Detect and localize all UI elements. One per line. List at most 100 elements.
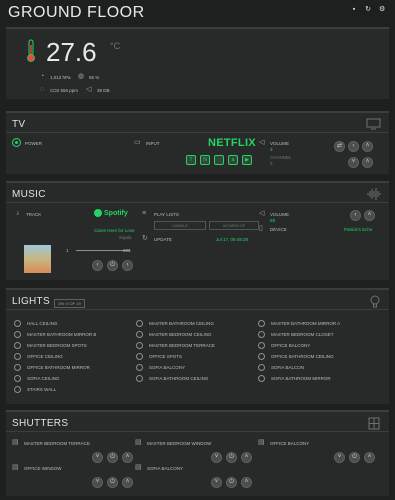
progress-track[interactable] <box>76 250 130 251</box>
light-toggle[interactable] <box>136 330 143 338</box>
shutter-down-button[interactable]: ˅ <box>211 477 222 488</box>
pressure-value: 1,012 hPa <box>50 75 71 80</box>
light-stairs-wall[interactable]: STAIRS WALL <box>14 385 56 393</box>
light-office-balcony[interactable]: OFFICE BALCONY <box>258 341 310 349</box>
light-toggle[interactable] <box>258 330 265 338</box>
light-sofia-balcony[interactable]: SOFIA BALCONY <box>136 363 185 371</box>
light-office-ceiling[interactable]: OFFICE CEILING <box>14 352 63 360</box>
temperature-value: 27.6 <box>46 37 97 67</box>
progress-end: 203 <box>123 248 131 253</box>
light-toggle[interactable] <box>258 341 265 349</box>
volume-icon: ◁ <box>259 139 265 146</box>
youtube-app-button[interactable]: ▶ <box>242 155 252 165</box>
next-track-button[interactable]: › <box>122 260 133 271</box>
settings-icon[interactable]: ⚙ <box>379 6 385 13</box>
spotify-brand: Spotify <box>104 209 128 217</box>
light-master-bedroom-ceiling[interactable]: MASTER BEDROOM CEILING <box>136 330 212 338</box>
light-toggle[interactable] <box>136 352 143 360</box>
shutter-up-button[interactable]: ˄ <box>364 452 375 463</box>
play-pause-button[interactable]: ⏻ <box>107 260 118 271</box>
playlist-button-candle[interactable]: CANDLE <box>154 221 206 230</box>
light-sofia-bathroom-mirror[interactable]: SOFIA BATHROOM MIRROR <box>258 374 331 382</box>
shutter-stop-button[interactable]: ⏻ <box>349 452 360 463</box>
shutter-stop-button[interactable]: ⏻ <box>107 452 118 463</box>
light-toggle[interactable] <box>136 319 143 327</box>
light-master-bedroom-closet[interactable]: MASTER BEDROOM CLOSET <box>258 330 334 338</box>
input-icon: ▭ <box>134 139 141 146</box>
song-artist: Sigala <box>119 235 132 240</box>
light-toggle[interactable] <box>14 319 21 327</box>
shutter-icon: ▤ <box>135 464 142 471</box>
apple-app-button[interactable] <box>214 155 224 165</box>
light-toggle[interactable] <box>136 341 143 349</box>
light-master-bedroom-terrace[interactable]: MASTER BEDROOM TERRACE <box>136 341 215 349</box>
shutter-up-button[interactable]: ˄ <box>122 477 133 488</box>
shutter-down-button[interactable]: ˅ <box>211 452 222 463</box>
music-volume-down-button[interactable]: ‹ <box>350 210 361 221</box>
light-toggle[interactable] <box>14 330 21 338</box>
refresh-icon[interactable]: ↻ <box>365 6 371 13</box>
lights-card: LIGHTS ON: 0 OF 19 HALL CEILING MASTER B… <box>6 288 389 404</box>
shutter-up-button[interactable]: ˄ <box>241 452 252 463</box>
light-toggle[interactable] <box>136 363 143 371</box>
song-title: Came Here for Love <box>94 228 135 233</box>
playlist-button-women[interactable]: WOMEN OF <box>209 221 259 230</box>
shutter-icon: ▤ <box>12 439 19 446</box>
shutter-stop-button[interactable]: ⏻ <box>107 477 118 488</box>
light-master-bathroom-ceiling[interactable]: MASTER BATHROOM CEILING <box>136 319 214 327</box>
light-master-bathroom-mirror-a[interactable]: MASTER BATHROOM MIRROR A <box>258 319 340 327</box>
light-office-bathroom-ceiling[interactable]: OFFICE BATHROOM CEILING <box>258 352 334 360</box>
light-toggle[interactable] <box>14 374 21 382</box>
humidity-value: 56 % <box>89 75 100 80</box>
light-master-bathroom-mirror-b[interactable]: MASTER BATHROOM MIRROR B <box>14 330 96 338</box>
light-toggle[interactable] <box>14 385 21 393</box>
light-toggle[interactable] <box>258 352 265 360</box>
light-sofia-bathroom-ceiling[interactable]: SOFIA BATHROOM CEILING <box>136 374 208 382</box>
shutter-down-button[interactable]: ˅ <box>92 452 103 463</box>
previous-track-button[interactable]: ‹ <box>92 260 103 271</box>
tv-volume-up-button[interactable]: ˄ <box>362 141 373 152</box>
tv-channel-up-button[interactable]: ˄ <box>362 157 373 168</box>
amazon-app-button[interactable]: a <box>228 155 238 165</box>
tv-power-label: POWER <box>25 141 43 146</box>
tv-channel-down-button[interactable]: ˅ <box>348 157 359 168</box>
shutter-stop-button[interactable]: ⏻ <box>226 477 237 488</box>
tv-prev-button[interactable]: ⇄ <box>334 141 345 152</box>
light-office-spots[interactable]: OFFICE SPOTS <box>136 352 182 360</box>
device-icon: ▯ <box>259 225 263 232</box>
device-value: Patrick's Echo <box>344 227 373 232</box>
light-sofia-ceiling[interactable]: SOFIA CEILING <box>14 374 60 382</box>
humidity-icon: ◍ <box>78 73 85 80</box>
shutter-icon: ▤ <box>12 464 19 471</box>
light-toggle[interactable] <box>14 341 21 349</box>
tv-power-toggle[interactable] <box>12 138 21 147</box>
light-toggle[interactable] <box>258 374 265 382</box>
shutter-up-button[interactable]: ˄ <box>122 452 133 463</box>
light-toggle[interactable] <box>258 363 265 371</box>
shutter-stop-button[interactable]: ⏻ <box>226 452 237 463</box>
shutter-office-window: OFFICE WINDOW <box>24 466 62 471</box>
shutter-icon: ▤ <box>135 439 142 446</box>
shutter-down-button[interactable]: ˅ <box>92 477 103 488</box>
music-volume-up-button[interactable]: ˄ <box>364 210 375 221</box>
noise-value: 38 dB <box>97 88 110 93</box>
light-office-bathroom-mirror[interactable]: OFFICE BATHROOM MIRROR <box>14 363 90 371</box>
chat-icon[interactable]: ▪ <box>351 6 357 13</box>
light-toggle[interactable] <box>14 363 21 371</box>
shutter-icon: ▤ <box>258 439 265 446</box>
shutter-up-button[interactable]: ˄ <box>241 477 252 488</box>
tv-volume-down-button[interactable]: ‹ <box>348 141 359 152</box>
light-toggle[interactable] <box>258 319 265 327</box>
netflix-logo: NETFLIX <box>208 137 256 149</box>
climate-card: 27.6 °C ◔ 1,012 hPa ◍ 56 % ◌ CO2 556 ppm… <box>6 27 389 99</box>
tv-app-button[interactable]: T <box>186 155 196 165</box>
tv-card: TV POWER ▭ INPUT NETFLIX T N a ▶ ◁ VOLUM… <box>6 111 389 174</box>
light-master-bedroom-spots[interactable]: MASTER BEDROOM SPOTS <box>14 341 87 349</box>
shutter-down-button[interactable]: ˅ <box>334 452 345 463</box>
spotify-logo: Spotify <box>94 209 128 217</box>
light-toggle[interactable] <box>136 374 143 382</box>
light-hall-ceiling[interactable]: HALL CEILING <box>14 319 57 327</box>
netflix-app-button[interactable]: N <box>200 155 210 165</box>
light-sofia-balcon[interactable]: SOFIA BALCON <box>258 363 304 371</box>
light-toggle[interactable] <box>14 352 21 360</box>
